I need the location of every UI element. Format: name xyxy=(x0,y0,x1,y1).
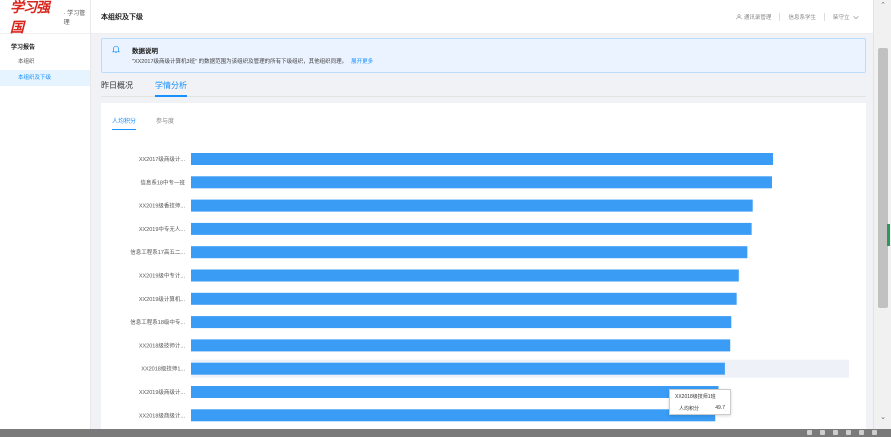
main-content: 数据说明 "XX2017级商级计算机3班" 的数据范围为该组织及管理的所有下级组… xyxy=(91,34,873,429)
category-label: 信息工程系17高五二... xyxy=(130,248,185,256)
notice-title: 数据说明 xyxy=(132,48,158,55)
bell-icon xyxy=(112,45,120,53)
tab-learning-analysis[interactable]: 学情分析 xyxy=(155,79,187,97)
user-menu[interactable]: 柴守立 xyxy=(833,13,859,21)
scroll-marker xyxy=(887,224,890,246)
tooltip-title: XX2018级技师1班 xyxy=(675,394,716,400)
category-label: XX2019级中专计... xyxy=(139,272,186,280)
bar[interactable] xyxy=(191,386,719,398)
scroll-down-icon[interactable]: ⌄ xyxy=(874,412,891,424)
bar[interactable] xyxy=(191,292,737,305)
tray-icon[interactable] xyxy=(872,430,877,435)
sidebar: 学习强国 · 学习管理 学习报告 本组织 本组织及下级 xyxy=(0,0,91,429)
header-divider xyxy=(823,12,825,21)
header-actions: 通讯录管理 信息系学生 柴守立 xyxy=(736,12,859,21)
data-notice: 数据说明 "XX2017级商级计算机3班" 的数据范围为该组织及管理的所有下级组… xyxy=(101,38,866,73)
os-taskbar xyxy=(0,429,891,437)
tray-icon[interactable] xyxy=(807,430,812,435)
bar[interactable] xyxy=(191,409,716,422)
bar[interactable] xyxy=(191,222,752,235)
tray-icon[interactable] xyxy=(859,430,864,435)
logo-text: · 学习管理 xyxy=(63,10,86,26)
header-bar: 本组织及下级 通讯录管理 信息系学生 柴守立 xyxy=(91,0,873,34)
bar[interactable] xyxy=(191,153,774,165)
page-scrollbar[interactable]: ⌃ ⌄ xyxy=(873,0,891,429)
bar[interactable] xyxy=(191,199,753,212)
tooltip-row: 人均积分 49.7 xyxy=(675,405,725,412)
bar[interactable] xyxy=(191,339,731,352)
chevron-down-icon xyxy=(853,15,859,19)
bar-chart: XX2017级商级计... 信息系18中专一班 XX2019级香技师... XX201… xyxy=(130,153,849,422)
tooltip-metric: 人均积分 xyxy=(679,406,700,412)
nav-group-study-report: 学习报告 xyxy=(11,45,36,51)
tray-icons xyxy=(807,430,877,435)
bar[interactable] xyxy=(191,269,739,282)
category-label: XX2018级商级计... xyxy=(139,411,186,419)
scroll-up-icon[interactable]: ⌃ xyxy=(874,0,891,12)
category-label: XX2019级香技师... xyxy=(139,202,186,210)
category-label: 信息工程系18级中专... xyxy=(130,318,185,326)
category-label: XX2019级计算机... xyxy=(139,295,186,303)
category-label: XX2018级技师计... xyxy=(139,341,186,349)
app-logo[interactable]: 学习强国 · 学习管理 xyxy=(0,0,90,36)
bar[interactable] xyxy=(191,316,732,329)
category-label: XX2019中专无人... xyxy=(139,225,186,233)
category-label: XX2019级商级计... xyxy=(139,388,186,396)
dept-label: 信息系学生 xyxy=(788,14,816,21)
tray-icon[interactable] xyxy=(820,430,825,435)
scrollbar-thumb[interactable] xyxy=(878,48,888,308)
category-label: 信息系18中专一班 xyxy=(140,178,185,186)
user-name: 柴守立 xyxy=(832,14,850,21)
header-divider xyxy=(779,12,781,21)
category-label: XX2017级商级计... xyxy=(139,155,186,163)
sidebar-item-my-org[interactable]: 本组织 xyxy=(0,54,90,70)
tray-icon[interactable] xyxy=(846,430,851,435)
tooltip-value: 49.7 xyxy=(715,405,725,411)
page-title: 本组织及下级 xyxy=(101,13,143,21)
tab-yesterday-overview[interactable]: 昨日概况 xyxy=(101,79,133,97)
notice-body: "XX2017级商级计算机3班" 的数据范围为该组织及管理的所有下级组织，其他组… xyxy=(132,57,373,65)
contacts-manage-label: 通讯录管理 xyxy=(743,14,772,21)
notice-text: "XX2017级商级计算机3班" 的数据范围为该组织及管理的所有下级组织，其他组… xyxy=(132,59,348,65)
main-tabs: 昨日概况 学情分析 xyxy=(101,79,866,97)
contacts-icon xyxy=(736,14,743,20)
category-label: XX2018级技师1... xyxy=(141,365,185,373)
sidebar-item-my-org-and-sub[interactable]: 本组织及下级 xyxy=(0,70,90,86)
analysis-card: 人均积分 参与度 XX2017级商级计... 信息系18中专一班 XX2019级香技… xyxy=(101,103,866,429)
bar[interactable] xyxy=(191,176,772,189)
expand-more-link[interactable]: 展开更多 xyxy=(351,59,373,65)
bar[interactable] xyxy=(191,246,748,259)
tray-icon[interactable] xyxy=(833,430,838,435)
logo-mark: 学习强国 xyxy=(10,0,50,36)
bar[interactable] xyxy=(191,362,725,375)
chart-tooltip: XX2018级技师1班 人均积分 49.7 xyxy=(669,389,731,415)
contacts-manage-link[interactable]: 通讯录管理 xyxy=(736,13,771,21)
